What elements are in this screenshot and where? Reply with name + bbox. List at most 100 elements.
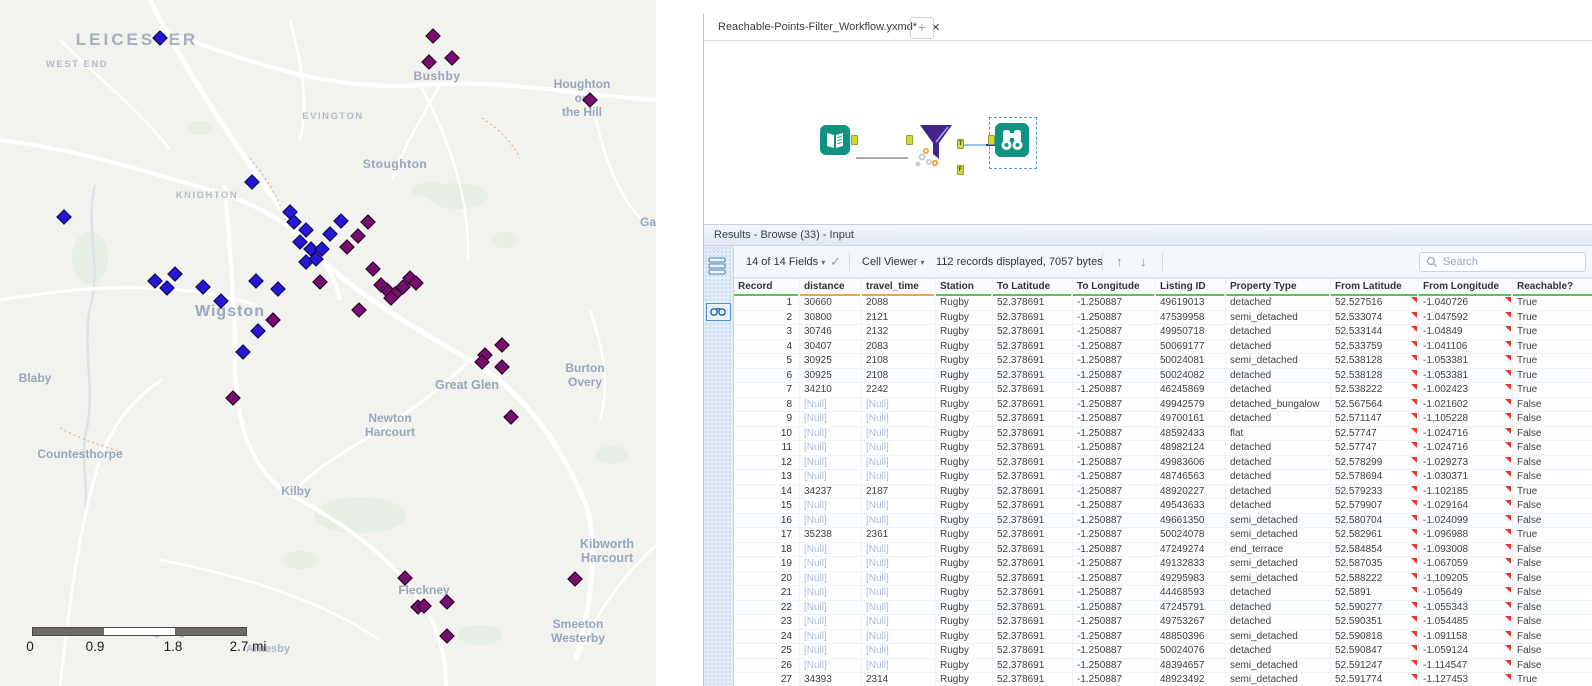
table-cell[interactable]: [Null] [862, 441, 936, 455]
table-cell[interactable]: detached [1226, 615, 1331, 629]
table-row[interactable]: 12[Null][Null]Rugby52.378691-1.250887499… [734, 456, 1592, 471]
table-cell[interactable]: [Null] [862, 499, 936, 513]
table-cell[interactable]: Rugby [936, 514, 993, 528]
table-cell[interactable]: 5 [734, 354, 800, 368]
table-cell[interactable]: 2132 [862, 325, 936, 339]
table-cell[interactable]: detached [1226, 644, 1331, 658]
table-cell[interactable]: semi_detached [1226, 557, 1331, 571]
table-cell[interactable]: [Null] [800, 456, 862, 470]
table-cell[interactable]: -1.250887 [1073, 470, 1156, 484]
table-view-icon[interactable] [707, 256, 729, 276]
table-cell[interactable]: -1.250887 [1073, 615, 1156, 629]
table-cell[interactable]: 48850396 [1156, 630, 1226, 644]
table-cell[interactable]: 52.378691 [993, 572, 1073, 586]
map-view-toggle[interactable] [706, 303, 731, 321]
table-cell[interactable]: 35238 [800, 528, 862, 542]
filter-tool[interactable] [912, 121, 958, 169]
table-cell[interactable]: -1.024716 [1419, 441, 1513, 455]
table-row[interactable]: 15[Null][Null]Rugby52.378691-1.250887495… [734, 499, 1592, 514]
table-cell[interactable]: 52.571147 [1331, 412, 1419, 426]
table-cell[interactable]: 19 [734, 557, 800, 571]
table-cell[interactable]: True [1513, 354, 1592, 368]
map-panel[interactable]: LEICESTERWEST ENDEVINGTONKNIGHTONStought… [0, 0, 656, 686]
column-header-from-latitude[interactable]: From Latitude [1331, 279, 1419, 296]
table-cell[interactable]: 22 [734, 601, 800, 615]
table-cell[interactable]: 48982124 [1156, 441, 1226, 455]
table-cell[interactable]: False [1513, 586, 1592, 600]
table-cell[interactable]: -1.114547 [1419, 659, 1513, 673]
table-cell[interactable]: Rugby [936, 296, 993, 310]
table-cell[interactable]: -1.002423 [1419, 383, 1513, 397]
table-cell[interactable]: 4 [734, 340, 800, 354]
table-cell[interactable]: 52.533759 [1331, 340, 1419, 354]
table-cell[interactable]: [Null] [862, 514, 936, 528]
table-cell[interactable]: [Null] [800, 398, 862, 412]
table-cell[interactable]: 50024078 [1156, 528, 1226, 542]
table-cell[interactable]: semi_detached [1226, 572, 1331, 586]
table-cell[interactable]: -1.250887 [1073, 311, 1156, 325]
table-cell[interactable]: -1.250887 [1073, 543, 1156, 557]
table-cell[interactable]: 52.538128 [1331, 369, 1419, 383]
table-cell[interactable]: True [1513, 311, 1592, 325]
table-cell[interactable]: 52.5891 [1331, 586, 1419, 600]
table-cell[interactable]: 25 [734, 644, 800, 658]
table-cell[interactable]: Rugby [936, 601, 993, 615]
table-cell[interactable]: True [1513, 383, 1592, 397]
table-cell[interactable]: Rugby [936, 340, 993, 354]
table-cell[interactable]: Rugby [936, 615, 993, 629]
table-cell[interactable]: -1.250887 [1073, 383, 1156, 397]
table-cell[interactable]: False [1513, 470, 1592, 484]
table-cell[interactable]: [Null] [862, 398, 936, 412]
table-cell[interactable]: 52.57747 [1331, 427, 1419, 441]
table-cell[interactable]: 52.579907 [1331, 499, 1419, 513]
table-cell[interactable]: [Null] [862, 572, 936, 586]
table-cell[interactable]: False [1513, 615, 1592, 629]
table-cell[interactable]: Rugby [936, 586, 993, 600]
table-row[interactable]: 21[Null][Null]Rugby52.378691-1.250887444… [734, 586, 1592, 601]
table-cell[interactable]: 49295983 [1156, 572, 1226, 586]
table-cell[interactable]: 48746563 [1156, 470, 1226, 484]
table-cell[interactable]: 7 [734, 383, 800, 397]
workflow-canvas[interactable]: T F [704, 41, 1592, 224]
table-cell[interactable]: 2361 [862, 528, 936, 542]
table-cell[interactable]: 52.590818 [1331, 630, 1419, 644]
table-cell[interactable]: False [1513, 412, 1592, 426]
table-cell[interactable]: 52.378691 [993, 630, 1073, 644]
table-cell[interactable]: [Null] [862, 427, 936, 441]
table-cell[interactable]: [Null] [800, 543, 862, 557]
table-cell[interactable]: False [1513, 572, 1592, 586]
table-row[interactable]: 6309252108Rugby52.378691-1.2508875002408… [734, 369, 1592, 384]
table-cell[interactable]: 52.378691 [993, 543, 1073, 557]
table-cell[interactable]: [Null] [862, 456, 936, 470]
table-cell[interactable]: [Null] [862, 644, 936, 658]
table-cell[interactable]: -1.250887 [1073, 456, 1156, 470]
table-cell[interactable]: 52.378691 [993, 354, 1073, 368]
table-cell[interactable]: 49753267 [1156, 615, 1226, 629]
table-cell[interactable]: [Null] [800, 601, 862, 615]
table-cell[interactable]: Rugby [936, 470, 993, 484]
table-cell[interactable]: 30925 [800, 354, 862, 368]
table-cell[interactable]: True [1513, 325, 1592, 339]
column-header-distance[interactable]: distance [800, 279, 862, 296]
table-cell[interactable]: 30746 [800, 325, 862, 339]
table-cell[interactable]: -1.102185 [1419, 485, 1513, 499]
table-row[interactable]: 18[Null][Null]Rugby52.378691-1.250887472… [734, 543, 1592, 558]
table-cell[interactable]: False [1513, 601, 1592, 615]
table-cell[interactable]: 52.567564 [1331, 398, 1419, 412]
table-cell[interactable]: [Null] [800, 572, 862, 586]
table-cell[interactable]: 26 [734, 659, 800, 673]
table-cell[interactable]: True [1513, 340, 1592, 354]
table-cell[interactable]: detached [1226, 470, 1331, 484]
table-cell[interactable]: 44468593 [1156, 586, 1226, 600]
table-cell[interactable]: 2108 [862, 354, 936, 368]
table-cell[interactable]: -1.024099 [1419, 514, 1513, 528]
table-cell[interactable]: 52.533074 [1331, 311, 1419, 325]
table-cell[interactable]: False [1513, 644, 1592, 658]
table-cell[interactable]: 52.579233 [1331, 485, 1419, 499]
table-cell[interactable]: semi_detached [1226, 673, 1331, 686]
table-cell[interactable]: [Null] [800, 659, 862, 673]
arrow-up-icon[interactable]: ↑ [1116, 246, 1123, 278]
table-cell[interactable]: False [1513, 441, 1592, 455]
table-cell[interactable]: [Null] [862, 615, 936, 629]
table-cell[interactable]: detached [1226, 340, 1331, 354]
